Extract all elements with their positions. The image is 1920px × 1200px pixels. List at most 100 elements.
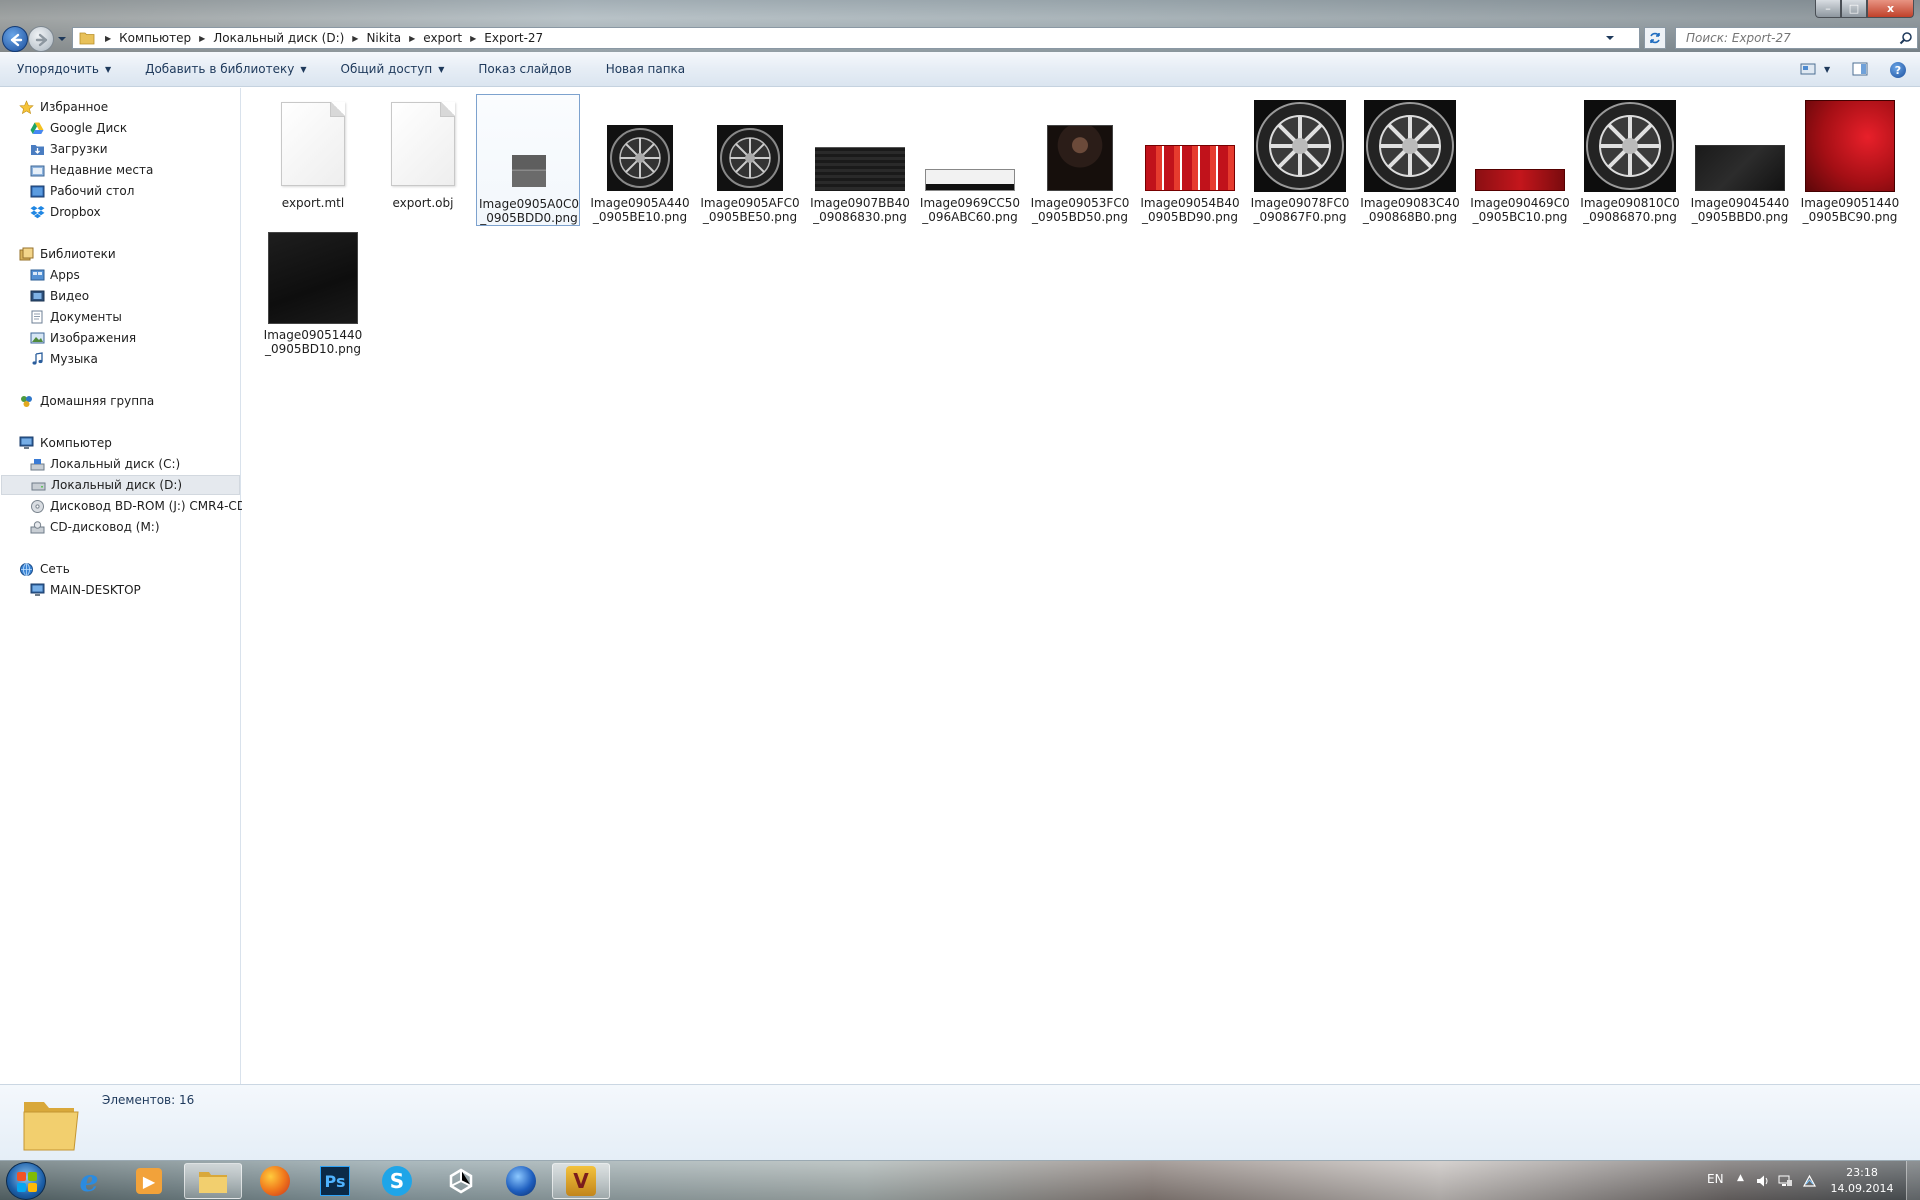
action-center-icon[interactable] (1802, 1174, 1817, 1188)
file-item[interactable]: Image09078FC0_090867F0.png (1248, 94, 1352, 226)
breadcrumb-separator[interactable]: ▶ (348, 34, 362, 43)
close-button[interactable]: x (1867, 0, 1914, 18)
maximize-button[interactable]: □ (1841, 0, 1867, 18)
breadcrumb-separator[interactable]: ▶ (405, 34, 419, 43)
slideshow-button[interactable]: Показ слайдов (461, 52, 588, 86)
breadcrumb-nikita[interactable]: Nikita (362, 31, 405, 45)
forward-button[interactable] (28, 26, 54, 52)
file-item[interactable]: Image09083C40_090868B0.png (1358, 94, 1462, 226)
breadcrumb-drive-d[interactable]: Локальный диск (D:) (209, 31, 348, 45)
sidebar-item-downloads[interactable]: Загрузки (29, 139, 108, 159)
wheel-texture-image (1364, 100, 1456, 192)
change-view-button[interactable]: ▼ (1800, 63, 1830, 75)
sidebar-network[interactable]: Сеть (18, 559, 70, 579)
volume-icon[interactable] (1756, 1174, 1771, 1188)
file-item[interactable]: Image0905A440_0905BE10.png (588, 94, 692, 226)
file-item[interactable]: Image09053FC0_0905BD50.png (1028, 94, 1132, 226)
breadcrumb-computer[interactable]: Компьютер (115, 31, 195, 45)
sidebar-item-drive-d[interactable]: Локальный диск (D:) (1, 475, 240, 495)
file-item[interactable]: Image09051440_0905BD10.png (261, 226, 365, 358)
sidebar-item-dropbox[interactable]: Dropbox (29, 202, 101, 222)
refresh-button[interactable] (1644, 27, 1666, 49)
address-dropdown-icon[interactable] (1605, 33, 1615, 43)
breadcrumb-separator[interactable]: ▶ (101, 34, 115, 43)
breadcrumb-separator[interactable]: ▶ (466, 34, 480, 43)
video-library-icon (29, 288, 45, 304)
breadcrumb-separator[interactable]: ▶ (195, 34, 209, 43)
file-item[interactable]: Image09054B40_0905BD90.png (1138, 94, 1242, 226)
sidebar-computer[interactable]: Компьютер (18, 433, 112, 453)
sidebar-item-apps[interactable]: Apps (29, 265, 80, 285)
file-item[interactable]: Image090810C0_09086870.png (1578, 94, 1682, 226)
new-folder-button[interactable]: Новая папка (589, 52, 702, 86)
search-input[interactable] (1676, 28, 1886, 48)
wheel-texture-image (607, 125, 673, 191)
sidebar-item-music[interactable]: Музыка (29, 349, 98, 369)
thumbnail (808, 94, 912, 194)
sidebar-item-google-drive[interactable]: Google Диск (29, 118, 127, 138)
taskbar-photoshop[interactable]: Ps (306, 1163, 364, 1199)
sidebar-item-recent-places[interactable]: Недавние места (29, 160, 153, 180)
taskbar-skype[interactable]: S (368, 1163, 426, 1199)
sidebar-item-drive-c[interactable]: Локальный диск (C:) (29, 454, 180, 474)
recent-pages-dropdown[interactable] (57, 34, 67, 44)
show-desktop-button[interactable] (1906, 1161, 1920, 1200)
view-icon (1800, 63, 1816, 75)
photoshop-icon: Ps (320, 1166, 350, 1196)
file-item[interactable]: export.mtl (261, 94, 365, 226)
back-button[interactable] (2, 26, 28, 52)
search-box[interactable] (1675, 27, 1918, 49)
start-button[interactable] (6, 1162, 46, 1200)
file-item[interactable]: export.obj (371, 94, 475, 226)
breadcrumb-export-27[interactable]: Export-27 (480, 31, 547, 45)
wheel-texture-image (1584, 100, 1676, 192)
language-indicator[interactable]: EN (1707, 1172, 1724, 1186)
document-icon (281, 102, 345, 186)
taskbar-media-player[interactable]: ▶ (120, 1163, 178, 1199)
file-item[interactable]: Image09051440_0905BC90.png (1798, 94, 1902, 226)
system-drive-icon (29, 456, 45, 472)
documents-library-icon (29, 309, 45, 325)
sidebar-item-desktop[interactable]: Рабочий стол (29, 181, 134, 201)
search-icon[interactable] (1899, 31, 1913, 45)
taskbar-firefox[interactable] (246, 1163, 304, 1199)
sidebar-item-documents[interactable]: Документы (29, 307, 122, 327)
taskbar-ie[interactable]: e (60, 1163, 118, 1199)
file-item[interactable]: Image09045440_0905BBD0.png (1688, 94, 1792, 226)
sidebar-homegroup[interactable]: Домашняя группа (18, 391, 154, 411)
file-item[interactable]: Image0907BB40_09086830.png (808, 94, 912, 226)
organize-button[interactable]: Упорядочить ▼ (0, 52, 128, 86)
sidebar-favorites[interactable]: Избранное (18, 97, 108, 117)
show-hidden-icons-button[interactable]: ▲ (1737, 1173, 1744, 1183)
network-status-icon[interactable] (1778, 1174, 1793, 1188)
sidebar-homegroup-label: Домашняя группа (40, 394, 155, 408)
sidebar-item-main-desktop[interactable]: MAIN-DESKTOP (29, 580, 141, 600)
taskbar-explorer[interactable] (184, 1163, 242, 1199)
minimize-button[interactable]: – (1815, 0, 1841, 18)
file-item[interactable]: Image090469C0_0905BC10.png (1468, 94, 1572, 226)
file-item-selected[interactable]: Image0905A0C0_0905BDD0.png (476, 94, 580, 226)
file-item[interactable]: Image0969CC50_096ABC60.png (918, 94, 1022, 226)
taskbar: e ▶ Ps S V EN ▲ 23:18 14.09.2014 (0, 1160, 1920, 1200)
taskbar-app-v[interactable]: V (552, 1163, 610, 1199)
sidebar-item-cd-drive[interactable]: CD-дисковод (M:) (29, 517, 160, 537)
file-list[interactable]: export.mtl export.obj Image0905A0C0_0905… (242, 88, 1920, 1084)
sidebar-libraries[interactable]: Библиотеки (18, 244, 116, 264)
share-button[interactable]: Общий доступ ▼ (324, 52, 462, 86)
taskbar-blender[interactable] (492, 1163, 550, 1199)
skype-icon: S (382, 1166, 412, 1196)
address-bar[interactable]: ▶ Компьютер ▶ Локальный диск (D:) ▶ Niki… (72, 27, 1640, 49)
sidebar-item-pictures[interactable]: Изображения (29, 328, 136, 348)
file-item[interactable]: Image0905AFC0_0905BE50.png (698, 94, 802, 226)
sidebar-item-bd-rom[interactable]: Дисковод BD-ROM (J:) CMR4-CD2 (29, 496, 254, 516)
breadcrumb-export[interactable]: export (419, 31, 466, 45)
add-to-library-button[interactable]: Добавить в библиотеку ▼ (128, 52, 323, 86)
preview-pane-button[interactable] (1852, 62, 1868, 79)
taskbar-unity[interactable] (432, 1163, 490, 1199)
file-name: Image0905A440_0905BE10.png (590, 196, 690, 224)
clock[interactable]: 23:18 14.09.2014 (1830, 1165, 1894, 1197)
sidebar-item-video[interactable]: Видео (29, 286, 89, 306)
file-name: Image090810C0_09086870.png (1580, 196, 1680, 224)
help-button[interactable]: ? (1890, 62, 1906, 78)
network-computer-icon (29, 582, 45, 598)
